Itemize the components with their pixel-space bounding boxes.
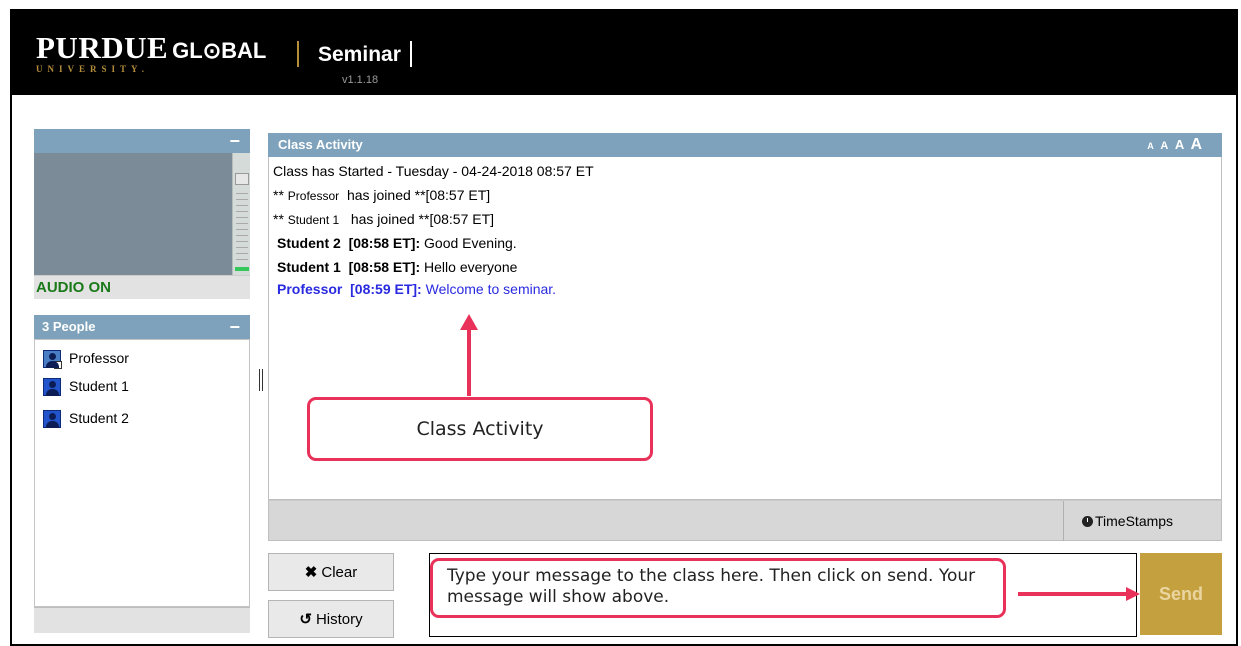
- join-line: ** Professor has joined **[08:57 ET]: [273, 187, 490, 203]
- meter-tick: [236, 253, 248, 254]
- message-sender: Student 1: [277, 259, 341, 275]
- people-list: Professor Student 1 Student 2: [34, 339, 250, 607]
- student-avatar-icon: [43, 410, 61, 428]
- font-size-medium-button[interactable]: A: [1175, 137, 1184, 152]
- meter-level: [235, 267, 249, 271]
- logo-sub-text: UNIVERSITY.: [36, 64, 149, 74]
- header-divider: [410, 41, 412, 67]
- person-name: Student 1: [69, 378, 129, 394]
- history-button[interactable]: ↺ History: [268, 600, 394, 638]
- history-icon: ↺: [299, 611, 312, 628]
- app-header: PURDUE GL⊙BAL UNIVERSITY. Seminar v1.1.18: [12, 11, 1236, 95]
- message-time: [08:58 ET]:: [348, 259, 421, 275]
- join-prefix: **: [273, 187, 284, 203]
- audio-panel-header: −: [34, 129, 250, 153]
- app-version: v1.1.18: [342, 74, 379, 86]
- message-time: [08:59 ET]:: [350, 281, 422, 297]
- timestamps-label: TimeStamps: [1095, 513, 1174, 529]
- clear-label: Clear: [321, 563, 358, 581]
- header-divider: [297, 41, 299, 67]
- message-text: Hello everyone: [424, 259, 518, 275]
- timestamps-toggle[interactable]: TimeStamps: [1082, 513, 1173, 529]
- logo-main-text: PURDUE: [36, 30, 169, 65]
- meter-tick: [236, 205, 248, 206]
- class-activity-callout: Class Activity: [307, 397, 653, 461]
- meter-tick: [236, 235, 248, 236]
- video-area: [34, 153, 232, 275]
- meter-tick: [236, 223, 248, 224]
- chat-message-professor: Professor [08:59 ET]: Welcome to seminar…: [277, 281, 556, 297]
- callout-arrow-head: [1126, 587, 1140, 601]
- class-activity-footer: TimeStamps: [268, 500, 1222, 541]
- callout-arrow-shaft: [467, 328, 471, 396]
- clock-icon: [1082, 515, 1093, 527]
- class-activity-title: Class Activity: [278, 137, 363, 152]
- meter-tick: [236, 193, 248, 194]
- message-text: Welcome to seminar.: [425, 281, 557, 297]
- person-name: Professor: [69, 350, 129, 366]
- person-student-1[interactable]: Student 1: [43, 378, 129, 396]
- message-sender: Professor: [277, 281, 343, 297]
- meter-tick: [236, 241, 248, 242]
- people-panel-header: 3 People −: [34, 315, 250, 339]
- chat-message: Student 1 [08:58 ET]: Hello everyone: [277, 259, 517, 275]
- purdue-global-logo: PURDUE GL⊙BAL UNIVERSITY.: [36, 30, 267, 74]
- join-name: Student 1: [287, 213, 340, 227]
- message-text: Good Evening.: [424, 235, 517, 251]
- audio-status: AUDIO ON: [34, 275, 250, 299]
- logo-global-text: GL⊙BAL: [172, 38, 267, 63]
- callout-arrow-shaft: [1018, 592, 1128, 596]
- font-size-small-button[interactable]: A: [1160, 140, 1168, 152]
- footer-divider: [1063, 501, 1064, 541]
- meter-tick: [236, 259, 248, 260]
- meter-tick: [236, 229, 248, 230]
- class-started-line: Class has Started - Tuesday - 04-24-2018…: [273, 163, 594, 179]
- join-line: ** Student 1 has joined **[08:57 ET]: [273, 211, 494, 227]
- message-input[interactable]: Type your message to the class here. The…: [429, 553, 1140, 637]
- app-title: Seminar: [318, 43, 401, 66]
- font-size-large-button[interactable]: A: [1190, 136, 1202, 153]
- person-name: Student 2: [69, 410, 129, 426]
- clear-button[interactable]: ✖ Clear: [268, 553, 394, 591]
- send-button[interactable]: Send: [1140, 553, 1222, 635]
- message-time: [08:58 ET]:: [348, 235, 421, 251]
- meter-thumb[interactable]: [235, 173, 249, 185]
- history-label: History: [315, 610, 363, 628]
- collapse-people-button[interactable]: −: [229, 315, 240, 339]
- join-prefix: **: [273, 211, 284, 227]
- join-name: Professor: [287, 189, 340, 203]
- student-avatar-icon: [43, 378, 61, 396]
- join-text: has joined **[08:57 ET]: [346, 187, 491, 203]
- meter-tick: [236, 211, 248, 212]
- chat-message: Student 2 [08:58 ET]: Good Evening.: [277, 235, 517, 251]
- font-size-xsmall-button[interactable]: A: [1147, 141, 1154, 151]
- panel-resize-handle[interactable]: [259, 369, 263, 391]
- class-activity-log: Class has Started - Tuesday - 04-24-2018…: [268, 157, 1222, 500]
- meter-tick: [236, 199, 248, 200]
- person-professor[interactable]: Professor: [43, 350, 129, 369]
- font-size-controls: A A A A: [1144, 133, 1202, 158]
- audio-level-meter[interactable]: [232, 153, 250, 275]
- class-activity-header: Class Activity A A A A: [268, 133, 1222, 157]
- meter-tick: [236, 217, 248, 218]
- meter-tick: [236, 247, 248, 248]
- collapse-audio-button[interactable]: −: [229, 129, 240, 153]
- message-input-callout: Type your message to the class here. The…: [430, 558, 1006, 618]
- message-sender: Student 2: [277, 235, 341, 251]
- join-text: has joined **[08:57 ET]: [350, 211, 495, 227]
- people-footer: [34, 607, 250, 633]
- person-student-2[interactable]: Student 2: [43, 410, 129, 428]
- close-icon: ✖: [304, 564, 318, 581]
- seminar-window: PURDUE GL⊙BAL UNIVERSITY. Seminar v1.1.18…: [10, 9, 1238, 646]
- professor-avatar-icon: [43, 350, 62, 369]
- people-count: 3 People: [42, 319, 96, 334]
